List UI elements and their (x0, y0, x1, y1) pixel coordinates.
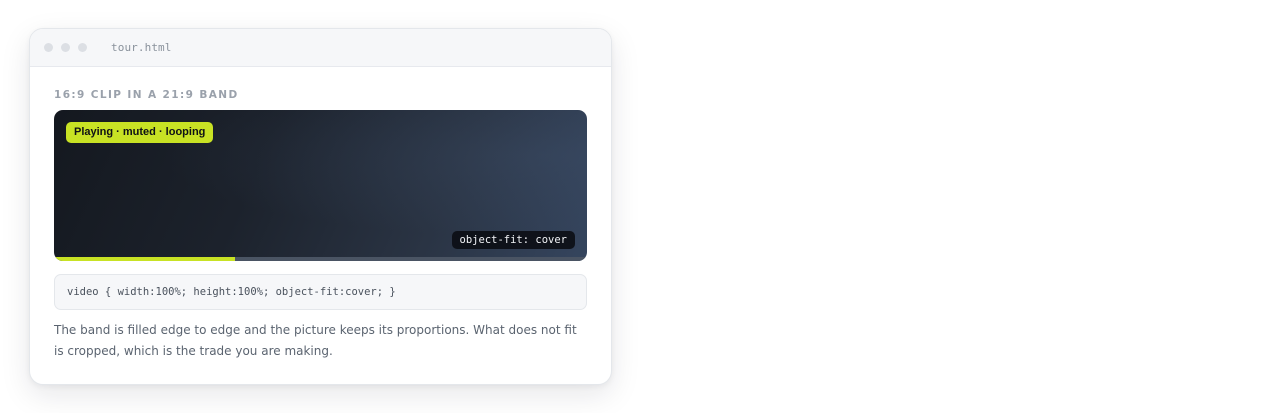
code-snippet: video { width:100%; height:100%; object-… (54, 274, 587, 310)
window-titlebar: tour.html (30, 29, 611, 67)
window-content: 16:9 clip in a 21:9 band Playing · muted… (30, 67, 611, 362)
window-minimize-dot[interactable] (61, 43, 70, 52)
section-label: 16:9 clip in a 21:9 band (54, 89, 239, 101)
window-close-dot[interactable] (44, 43, 53, 52)
playback-status-badge: Playing · muted · looping (66, 122, 214, 143)
window-filename: tour.html (111, 41, 172, 54)
video-player[interactable]: Playing · muted · looping object-fit: co… (54, 110, 587, 261)
video-progress-fill (54, 257, 236, 261)
description-text: The band is filled edge to edge and the … (54, 323, 577, 358)
window-maximize-dot[interactable] (78, 43, 87, 52)
browser-window: tour.html 16:9 clip in a 21:9 band Playi… (29, 28, 612, 385)
video-progress-bar[interactable] (54, 257, 587, 261)
object-fit-badge: object-fit: cover (451, 231, 575, 249)
